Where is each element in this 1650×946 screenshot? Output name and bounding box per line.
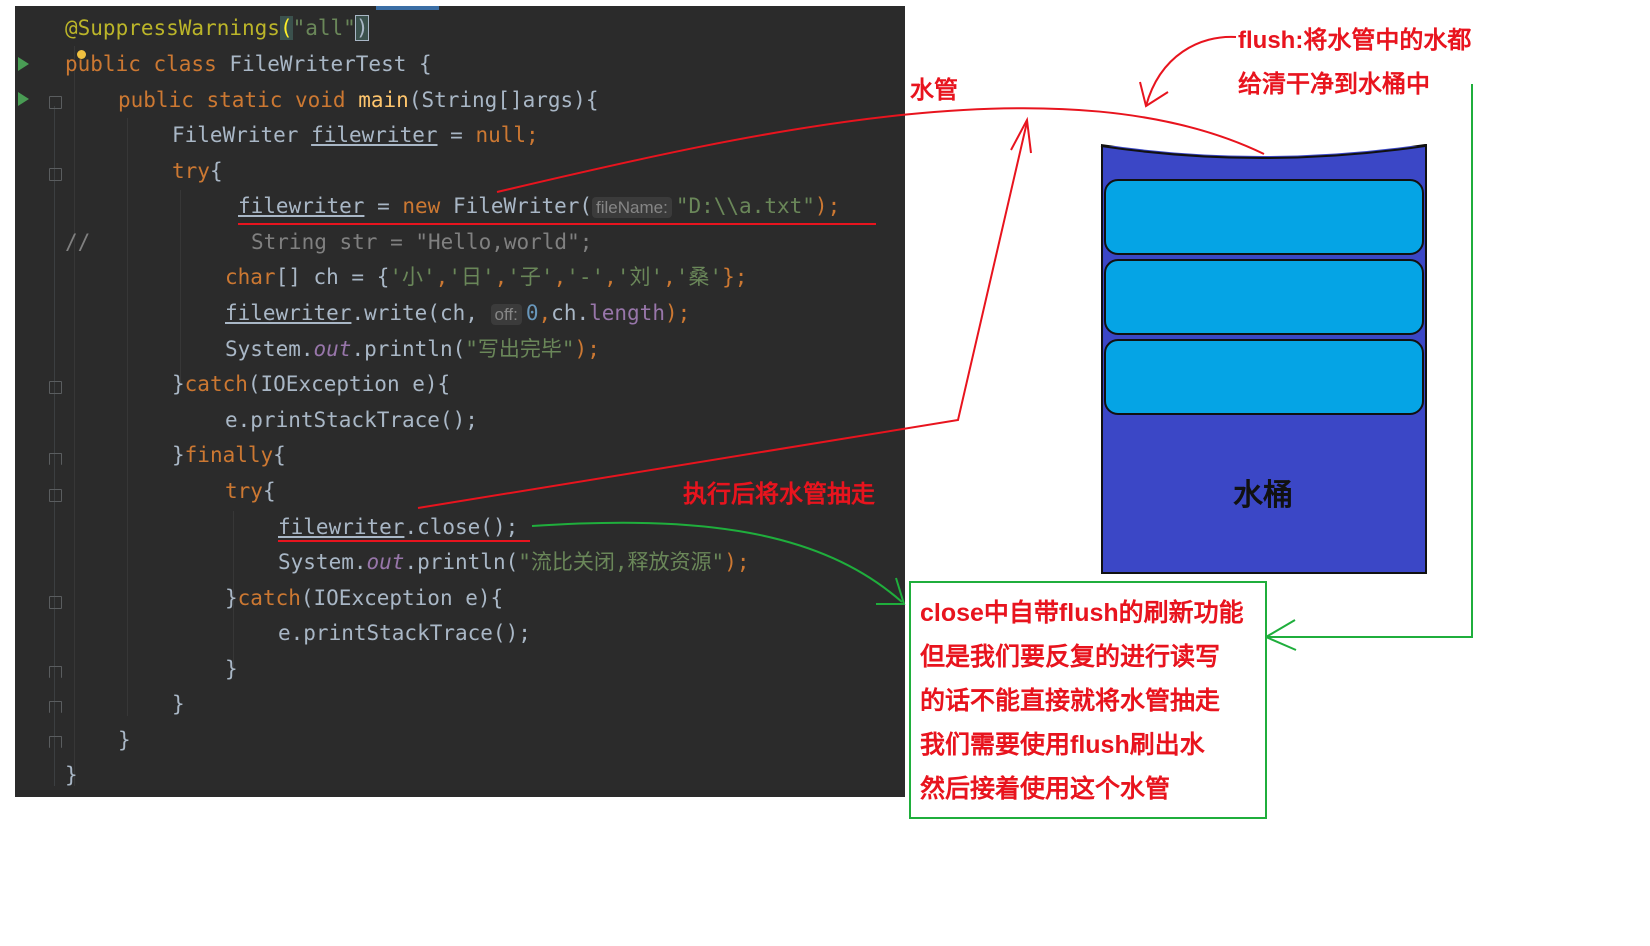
note-line: 的话不能直接就将水管抽走 [920, 687, 1221, 715]
pipe-label: 水管 [910, 77, 958, 104]
note-line: 我们需要使用flush刷出水 [920, 731, 1205, 759]
remove-pipe-line [417, 121, 1028, 509]
flush-note-line [1266, 84, 1473, 638]
close-note-arrow [531, 521, 903, 603]
annotation-overlay [238, 35, 1473, 651]
remove-pipe-label: 执行后将水管抽走 [683, 481, 875, 508]
flush-label-line1: flush:将水管中的水都 [1238, 27, 1472, 54]
close-flush-note: close中自带flush的刷新功能 但是我们要反复的进行读写 的话不能直接就将… [909, 581, 1267, 819]
flush-note-arrowhead [1263, 619, 1297, 651]
note-line: 但是我们要反复的进行读写 [920, 643, 1221, 671]
note-line: 然后接着使用这个水管 [920, 775, 1171, 803]
pipe-line [496, 107, 1265, 193]
flush-label-line2: 给清干净到水桶中 [1238, 71, 1430, 98]
flush-arrow [1145, 35, 1237, 107]
note-line: close中自带flush的刷新功能 [920, 599, 1244, 627]
